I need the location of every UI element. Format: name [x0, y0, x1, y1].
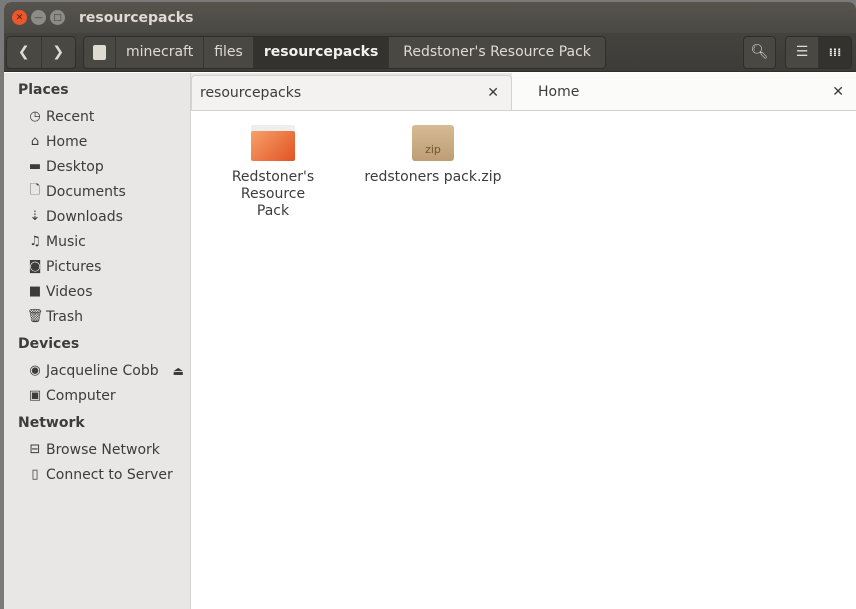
sidebar-item-home[interactable]: ⌂ Home [4, 129, 190, 154]
music-icon: ♫ [29, 234, 41, 249]
zip-archive-icon: zip [412, 125, 454, 161]
content-area: resourcepacks ✕ Home ✕ Redstoner's Resourc… [191, 73, 856, 609]
clock-icon: ◷ [29, 109, 41, 124]
tab-label: resourcepacks [200, 85, 302, 101]
camera-icon: ◙ [28, 259, 42, 274]
zip-badge: zip [425, 143, 441, 156]
grid-view-button[interactable]: ⁞⁞⁞ [819, 36, 851, 68]
sidebar-item-desktop[interactable]: ▬ Desktop [4, 154, 190, 179]
network-heading: Network [18, 415, 85, 431]
drive-icon [93, 44, 106, 60]
sidebar-item-recent[interactable]: ◷ Recent [4, 104, 190, 129]
computer-icon: ▣ [28, 388, 42, 403]
forward-button[interactable]: ❯ [42, 37, 76, 68]
sidebar-item-music[interactable]: ♫ Music [4, 229, 190, 254]
sidebar-item-trash[interactable]: 🗑︎ Trash [4, 304, 190, 329]
sidebar-item-browse-network[interactable]: ⊟ Browse Network [4, 437, 190, 462]
path-minecraft[interactable]: minecraft [116, 36, 205, 68]
tab-home[interactable]: Home ✕ [512, 73, 856, 110]
home-icon: ⌂ [30, 134, 40, 149]
eject-icon[interactable]: ⏏ [173, 364, 184, 378]
document-icon: 🗋 [29, 182, 41, 198]
sidebar-item-documents[interactable]: 🗋 Documents [4, 179, 190, 204]
window-title: resourcepacks [79, 9, 194, 26]
network-icon: ⊟ [29, 442, 41, 457]
back-button[interactable]: ❮ [7, 36, 42, 68]
file-name: Redstoner's Resource Pack [231, 169, 315, 219]
list-view-button[interactable]: ☰ [786, 36, 819, 68]
download-icon: ⇣ [29, 209, 41, 224]
folder-icon: ▬ [28, 159, 42, 174]
tab-resourcepacks[interactable]: resourcepacks ✕ [191, 75, 512, 110]
list-icon: ☰ [795, 44, 809, 60]
sidebar-item-downloads[interactable]: ⇣ Downloads [4, 204, 190, 229]
file-item-folder[interactable]: Redstoner's Resource Pack [213, 125, 333, 220]
sidebar-item-label: Videos [46, 283, 93, 300]
sidebar-item-computer[interactable]: ▣ Computer [4, 383, 190, 408]
sidebar-item-label: Connect to Server [46, 466, 173, 483]
devices-heading: Devices [18, 336, 80, 352]
video-icon: ■ [28, 284, 42, 299]
sidebar-item-label: Desktop [46, 158, 104, 175]
sidebar-item-label: Computer [46, 387, 116, 404]
sidebar-item-label: Pictures [46, 258, 102, 275]
path-redstoners-resource-pack[interactable]: Redstoner's Resource Pack [389, 37, 605, 68]
grid-icon: ⁞⁞⁞ [828, 45, 842, 59]
minimize-window-button[interactable]: — [31, 10, 46, 25]
sidebar: Places ◷ Recent ⌂ Home ▬ Desktop 🗋 Documents… [4, 73, 191, 609]
tab-label: Home [538, 83, 580, 100]
sidebar-item-label: Home [46, 133, 88, 150]
search-icon: 🔍︎ [750, 44, 769, 60]
sidebar-item-label: Downloads [46, 208, 123, 225]
maximize-window-button[interactable]: □ [50, 10, 65, 25]
file-manager-window: ✕ — □ resourcepacks ❮ ❯ minecraft files … [4, 2, 856, 609]
toolbar: ❮ ❯ minecraft files resourcepacks Redsto… [4, 33, 856, 72]
breadcrumb: minecraft files resourcepacks Redstoner'… [83, 35, 606, 69]
sidebar-item-connect-to-server[interactable]: ▯ Connect to Server [4, 462, 190, 487]
sidebar-item-pictures[interactable]: ◙ Pictures [4, 254, 190, 279]
sidebar-item-label: Documents [46, 183, 126, 200]
sidebar-item-videos[interactable]: ■ Videos [4, 279, 190, 304]
server-icon: ▯ [31, 467, 39, 482]
file-name: redstoners pack.zip [364, 169, 502, 185]
sidebar-item-label: Recent [46, 108, 95, 125]
disc-icon: ◉ [29, 363, 41, 378]
sidebar-item-label: Jacqueline Cobb [46, 362, 159, 379]
close-tab-icon[interactable]: ✕ [832, 84, 844, 100]
sidebar-item-label: Trash [46, 308, 83, 325]
trash-icon: 🗑︎ [26, 309, 44, 324]
close-window-button[interactable]: ✕ [12, 10, 27, 25]
sidebar-item-jacqueline-cobb[interactable]: ◉ Jacqueline Cobb ⏏ [4, 358, 190, 383]
file-item-zip[interactable]: zip redstoners pack.zip [363, 125, 503, 220]
path-resourcepacks[interactable]: resourcepacks [253, 36, 390, 68]
file-grid: Redstoner's Resource Pack zip redstoners… [191, 111, 856, 220]
tab-bar: resourcepacks ✕ Home ✕ [191, 73, 856, 111]
sidebar-item-label: Music [46, 233, 86, 250]
places-heading: Places [18, 82, 69, 98]
folder-icon [251, 125, 295, 161]
path-files[interactable]: files [204, 36, 254, 68]
drive-root-button[interactable] [84, 36, 116, 68]
close-tab-icon[interactable]: ✕ [487, 85, 499, 101]
sidebar-item-label: Browse Network [46, 441, 160, 458]
search-button[interactable]: 🔍︎ [744, 37, 775, 68]
title-bar: ✕ — □ resourcepacks [4, 2, 856, 33]
